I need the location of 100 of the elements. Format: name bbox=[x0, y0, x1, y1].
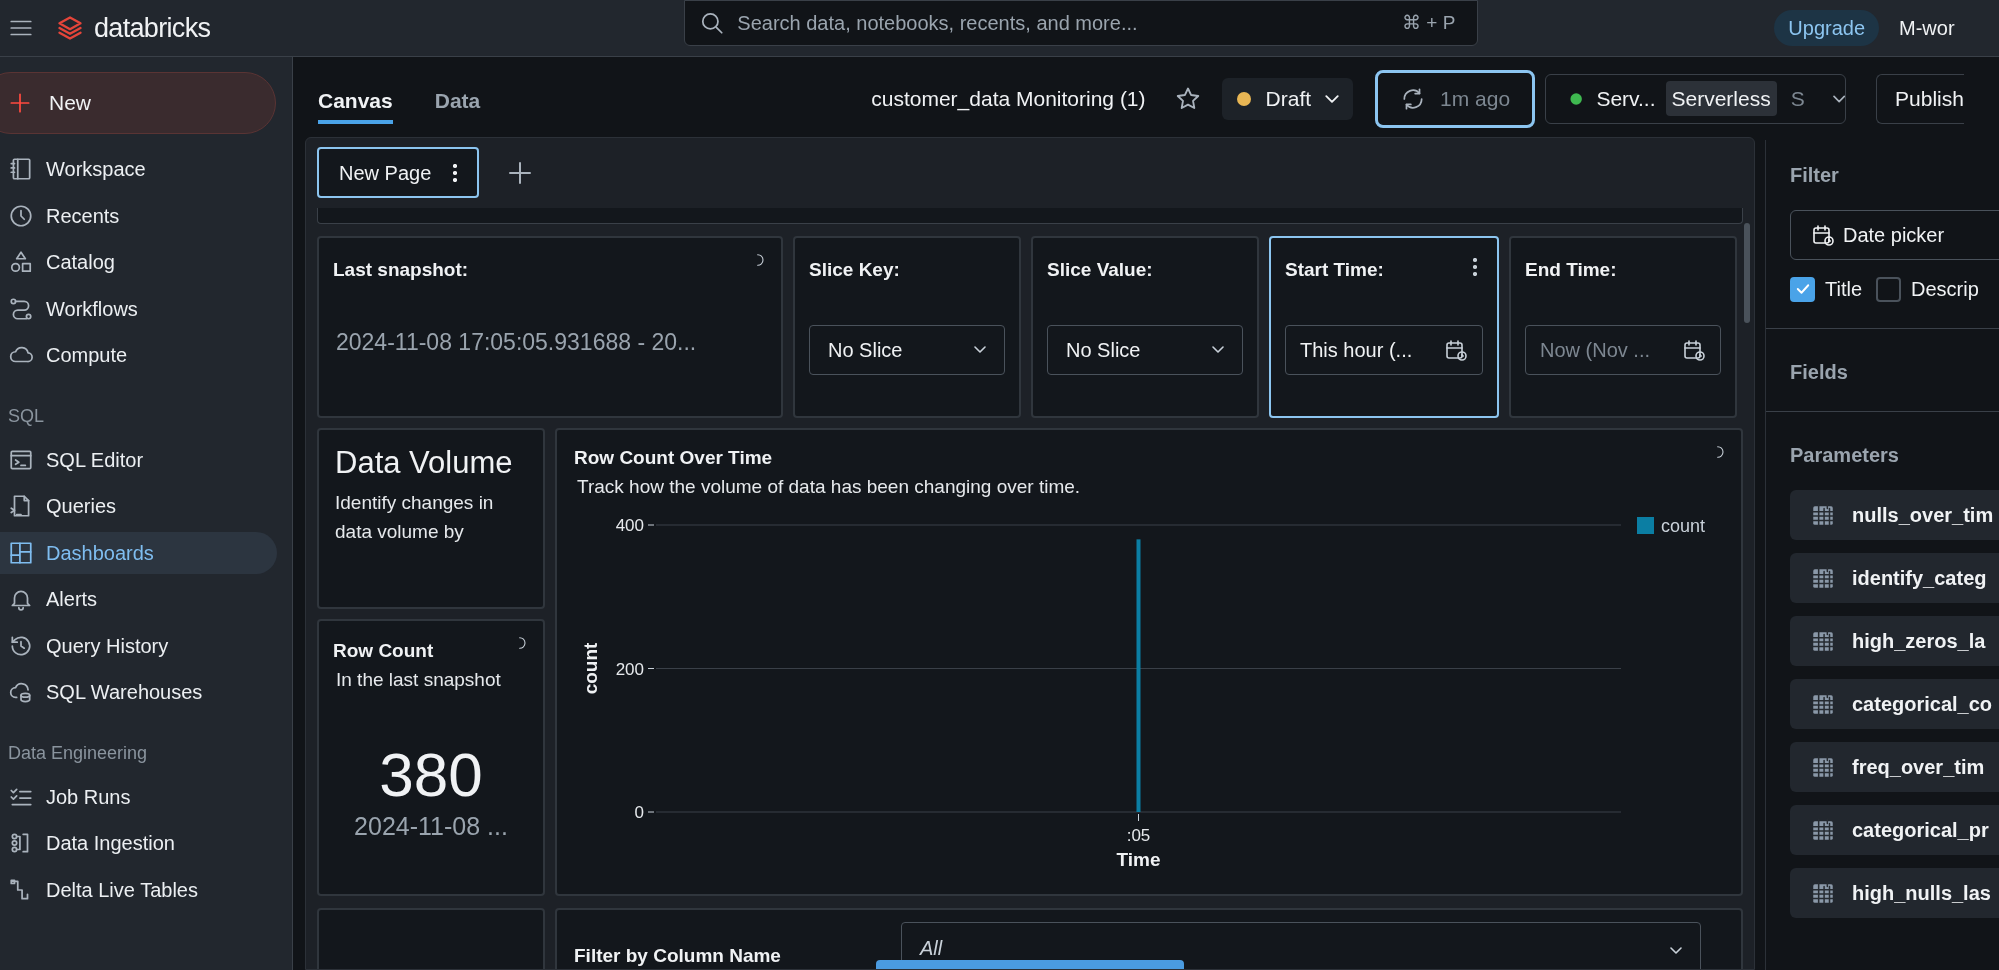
y-tick-label: 400 bbox=[615, 516, 644, 535]
tab[interactable]: Data bbox=[434, 73, 481, 124]
sidebar-item[interactable]: Job Runs bbox=[0, 775, 277, 818]
app-name: databricks bbox=[94, 11, 211, 45]
serverless-badge: Serverless bbox=[1665, 80, 1777, 117]
sidebar-item[interactable]: SQL Warehouses bbox=[0, 671, 277, 713]
parameter-item[interactable]: categorical_co bbox=[1790, 679, 1999, 729]
y-tick: 400 bbox=[615, 516, 655, 535]
sidebar-item[interactable]: Recents bbox=[0, 194, 277, 237]
chevron-down-icon bbox=[1325, 94, 1340, 103]
new-button[interactable]: New bbox=[0, 72, 276, 134]
chevron-down-icon bbox=[1212, 346, 1224, 353]
sidebar-item[interactable]: Dashboards bbox=[0, 531, 277, 574]
widget-title: Start Time: bbox=[1285, 258, 1384, 282]
sidebar-item[interactable]: Workflows bbox=[0, 287, 277, 330]
parameter-item[interactable]: identify_categ bbox=[1790, 553, 1999, 603]
tab[interactable]: Canvas bbox=[318, 73, 393, 124]
parameter-item[interactable]: high_zeros_la bbox=[1790, 616, 1999, 666]
sidebar-item[interactable]: SQL Editor bbox=[0, 438, 277, 481]
legend-label: count bbox=[1661, 516, 1706, 536]
search-field[interactable]: Search data, notebooks, recents, and more... ⌘ + P bbox=[684, 0, 1479, 46]
chevron-down-icon bbox=[1669, 947, 1682, 954]
checkbox[interactable] bbox=[1790, 276, 1815, 302]
widget-title: Last snapshot: bbox=[333, 258, 469, 282]
chart-title: Row Count Over Time bbox=[574, 446, 773, 470]
section-heading: Data Engineering bbox=[7, 741, 149, 765]
page-tab[interactable]: New Page bbox=[317, 147, 480, 198]
x-tick-label: :05 bbox=[1126, 826, 1151, 845]
status-dropdown[interactable]: Draft bbox=[1221, 77, 1354, 120]
sidebar-item[interactable]: Workspace bbox=[0, 148, 277, 190]
snapshot-value: 2024-11-08 17:05:05.931688 - 20... bbox=[335, 327, 698, 357]
section-description: Identify changes in data volume by bbox=[335, 491, 495, 544]
y-tick-label: 200 bbox=[615, 659, 644, 679]
date-field[interactable]: This hour (... bbox=[1285, 324, 1483, 375]
widget-subtitle: In the last snapshot bbox=[335, 667, 502, 692]
workflow-icon bbox=[8, 295, 34, 322]
compute-dropdown[interactable]: Serv... Serverless S bbox=[1545, 73, 1847, 124]
checkbox-label: Descrip bbox=[1911, 277, 1979, 302]
x-tick: :05 bbox=[1126, 813, 1151, 845]
sidebar-item[interactable]: Alerts bbox=[0, 578, 277, 620]
counter-value: 380 bbox=[378, 742, 484, 808]
calendar-clock-icon bbox=[1811, 223, 1835, 247]
chart-description: Track how the volume of data has been changing over time. bbox=[576, 474, 1082, 499]
compute-name: Serv... bbox=[1596, 85, 1656, 112]
sidebar-item[interactable]: Queries bbox=[0, 485, 277, 527]
search-placeholder: Search data, notebooks, recents, and more... bbox=[737, 11, 1139, 36]
sidebar-item[interactable]: Catalog bbox=[0, 241, 277, 283]
shapes-icon bbox=[8, 249, 34, 275]
x-axis-label: Time bbox=[1116, 849, 1161, 870]
parameter-item[interactable]: high_nulls_las bbox=[1790, 868, 1999, 918]
section-title: Data Volume bbox=[335, 444, 514, 482]
compute-size: S bbox=[1790, 85, 1805, 112]
chevron-down-icon bbox=[974, 346, 986, 353]
dashboard-title: customer_data Monitoring (1) bbox=[871, 85, 1146, 113]
scrollbar-thumb[interactable] bbox=[1744, 223, 1750, 323]
widget-title: Slice Value: bbox=[1047, 258, 1153, 282]
dashboard-icon bbox=[8, 539, 34, 566]
publish-button[interactable]: Publish bbox=[1876, 73, 1964, 124]
calendar-clock-icon bbox=[1444, 337, 1468, 362]
notebook-icon bbox=[8, 156, 34, 182]
clock-icon bbox=[8, 202, 34, 229]
status-dot-icon bbox=[1570, 91, 1583, 106]
panel-heading: Parameters bbox=[1790, 443, 1900, 468]
refresh-button[interactable]: 1m ago bbox=[1375, 69, 1536, 128]
y-axis-label: count bbox=[580, 642, 601, 695]
dropdown-field[interactable]: No Slice bbox=[809, 324, 1005, 375]
checkbox-label: Title bbox=[1825, 277, 1863, 302]
parameter-item[interactable]: nulls_over_tim bbox=[1790, 490, 1999, 540]
upgrade-button[interactable]: Upgrade bbox=[1774, 10, 1880, 46]
status-dot-icon bbox=[1235, 90, 1252, 107]
widget-title: End Time: bbox=[1525, 258, 1617, 282]
panel-heading: Filter bbox=[1790, 163, 1840, 188]
counter-date: 2024-11-08 ... bbox=[353, 811, 509, 842]
parameter-item[interactable]: categorical_pr bbox=[1790, 805, 1999, 855]
sidebar-item[interactable]: Data Ingestion bbox=[0, 822, 277, 864]
y-tick: 0 bbox=[634, 803, 655, 822]
widget-type-dropdown[interactable]: Date picker bbox=[1790, 210, 1999, 260]
sidebar-item[interactable]: Query History bbox=[0, 624, 277, 667]
parameter-item[interactable]: freq_over_tim bbox=[1790, 742, 1999, 792]
widget-title: Filter by Column Name bbox=[574, 944, 781, 968]
widget-title: Slice Key: bbox=[809, 258, 900, 282]
sidebar-item[interactable]: Delta Live Tables bbox=[0, 868, 277, 911]
search-icon bbox=[699, 10, 726, 36]
kebab-menu-icon[interactable] bbox=[1473, 258, 1477, 276]
dropdown-field[interactable]: No Slice bbox=[1047, 324, 1243, 375]
section-heading: SQL bbox=[7, 404, 46, 428]
workspace-name[interactable]: M-wor bbox=[1899, 13, 1955, 43]
sidebar-item[interactable]: Compute bbox=[0, 334, 277, 376]
legend-item: count bbox=[1637, 516, 1706, 536]
date-field[interactable]: Now (Nov ... bbox=[1525, 324, 1721, 375]
kebab-menu-icon bbox=[453, 163, 458, 182]
y-tick-label: 0 bbox=[634, 803, 644, 822]
shortcut-hint: ⌘ + P bbox=[1402, 10, 1456, 35]
y-tick: 200 bbox=[615, 659, 655, 679]
widget-title: Row Count bbox=[333, 639, 434, 663]
panel-heading: Fields bbox=[1790, 360, 1849, 385]
stacked-layers-icon bbox=[56, 14, 84, 42]
chevron-down-icon bbox=[1832, 94, 1846, 103]
calendar-clock-icon bbox=[1682, 337, 1706, 362]
checkbox[interactable] bbox=[1876, 276, 1902, 302]
